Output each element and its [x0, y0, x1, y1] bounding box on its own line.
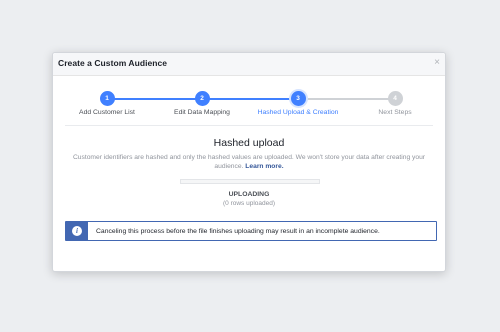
progress-stepper: 1 Add Customer List 2 Edit Data Mapping …: [53, 83, 445, 123]
upload-status: UPLOADING: [228, 191, 270, 198]
step-label: Add Customer List: [79, 109, 135, 116]
close-icon[interactable]: ×: [434, 56, 440, 70]
rows-uploaded-count: (0 rows uploaded): [222, 200, 276, 207]
step-label: Edit Data Mapping: [174, 109, 230, 116]
step-label: Next Steps: [378, 109, 412, 116]
step-add-customer-list: 1 Add Customer List: [57, 91, 157, 116]
upload-progress-bar: [180, 179, 320, 184]
step-number-badge: 2: [194, 91, 210, 106]
upload-description: Customer identifiers are hashed and only…: [61, 153, 437, 171]
learn-more-link[interactable]: Learn more.: [245, 163, 283, 170]
step-label: Hashed Upload & Creation: [257, 109, 339, 116]
step-edit-data-mapping: 2 Edit Data Mapping: [152, 91, 252, 116]
dialog-header: Create a Custom Audience ×: [53, 53, 445, 76]
notice-text: Canceling this process before the file f…: [96, 228, 380, 235]
create-custom-audience-dialog: Create a Custom Audience × 1 Add Custome…: [52, 52, 446, 272]
dialog-title: Create a Custom Audience: [58, 58, 168, 68]
info-icon: i: [72, 226, 82, 236]
divider: [65, 125, 433, 126]
cancel-warning-notice: i Canceling this process before the file…: [65, 221, 437, 241]
step-number-badge: 4: [387, 91, 403, 106]
info-icon-container: i: [66, 222, 88, 240]
step-number-badge: 1: [99, 91, 115, 106]
step-hashed-upload-creation: 3 Hashed Upload & Creation: [248, 91, 348, 116]
step-number-badge: 3: [290, 91, 306, 106]
upload-heading: Hashed upload: [213, 137, 285, 149]
step-next-steps: 4 Next Steps: [345, 91, 445, 116]
